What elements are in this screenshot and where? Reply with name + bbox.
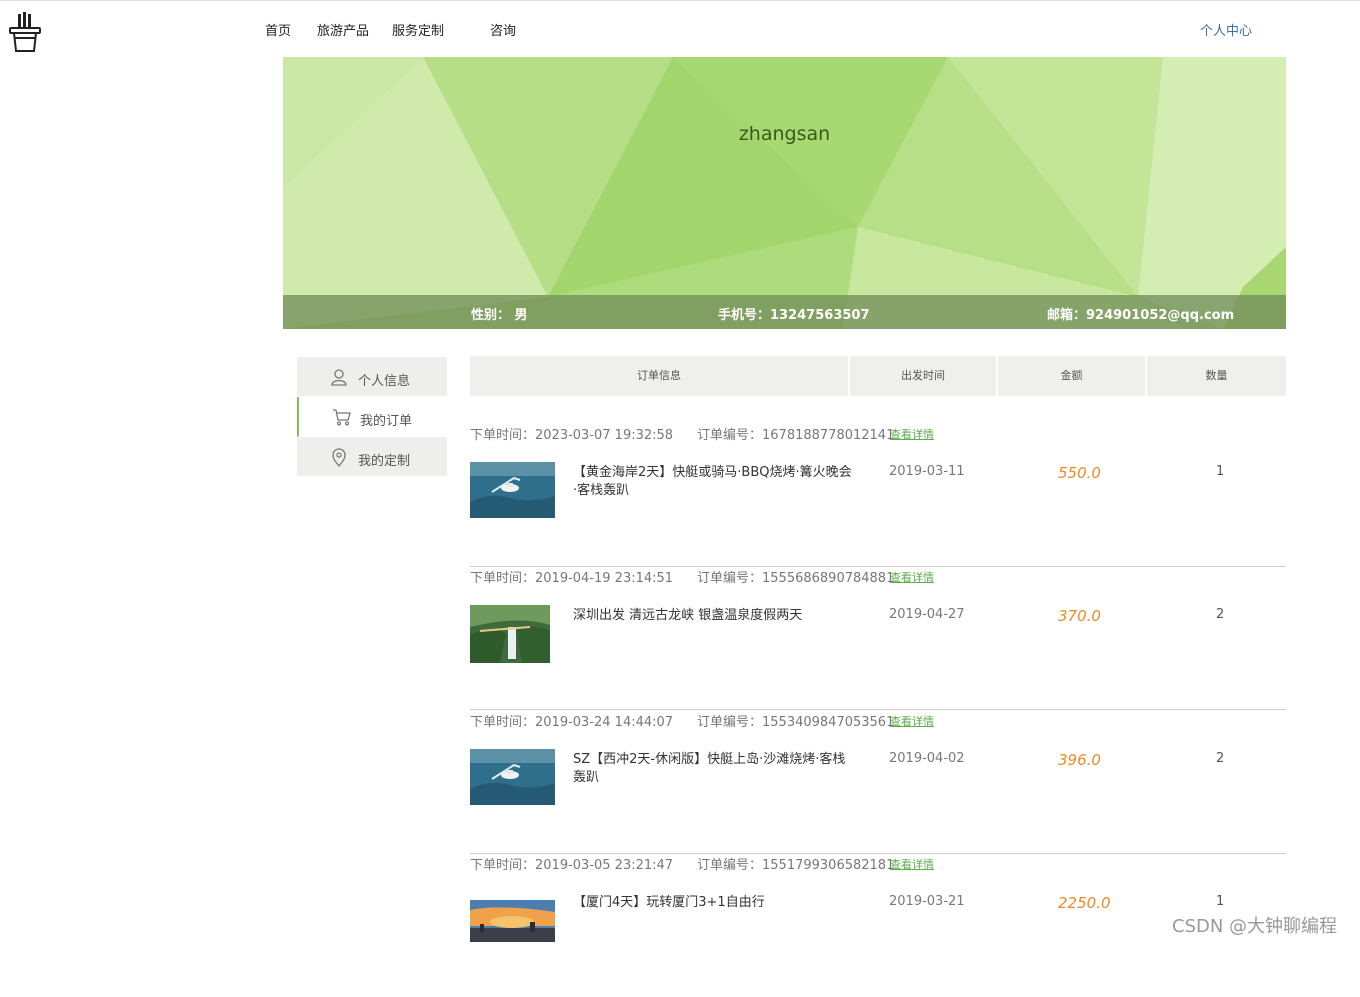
nav-consult[interactable]: 咨询 <box>490 20 516 39</box>
sidebar-item-orders[interactable]: 我的订单 <box>297 397 447 437</box>
depart-date: 2019-04-02 <box>889 751 965 766</box>
sidebar-item-label: 我的定制 <box>358 454 411 469</box>
profile-banner: zhangsan 性别： 男 手机号：13247563507 邮箱：924901… <box>283 57 1286 329</box>
cart-icon <box>333 409 351 426</box>
order-quantity: 1 <box>1216 464 1225 479</box>
col-order-info: 订单信息 <box>470 356 848 396</box>
order-amount: 370.0 <box>1058 607 1101 625</box>
order-meta: 下单时间：2023-03-07 19:32:58 订单编号：1678188778… <box>470 424 934 443</box>
sidebar-item-profile[interactable]: 个人信息 <box>297 357 447 397</box>
phone-text: 手机号：13247563507 <box>718 308 870 323</box>
col-amount: 金额 <box>998 356 1145 396</box>
order-row: 下单时间：2023-03-07 19:32:58 订单编号：1678188778… <box>470 424 1286 567</box>
nav-custom[interactable]: 服务定制 <box>392 20 444 39</box>
order-number: 订单编号：1551799306582181 <box>697 858 895 873</box>
product-name[interactable]: SZ【西冲2天-休闲版】快艇上岛·沙滩烧烤·客栈轰趴 <box>573 751 853 787</box>
email-text: 邮箱：924901052@qq.com <box>1047 308 1235 323</box>
top-nav: 首页 旅游产品 服务定制 咨询 个人中心 <box>0 20 1360 40</box>
product-thumbnail[interactable] <box>470 605 550 663</box>
order-amount: 2250.0 <box>1058 894 1111 912</box>
order-time: 下单时间：2019-03-24 14:44:07 <box>470 715 674 730</box>
depart-date: 2019-03-11 <box>889 464 965 479</box>
col-depart-time: 出发时间 <box>850 356 996 396</box>
banner-background <box>283 57 1286 329</box>
order-amount: 550.0 <box>1058 464 1101 482</box>
product-thumbnail[interactable] <box>470 900 555 942</box>
order-time: 下单时间：2019-04-19 23:14:51 <box>470 571 674 586</box>
nav-home[interactable]: 首页 <box>265 20 291 39</box>
order-row: 下单时间：2019-03-24 14:44:07 订单编号：1553409847… <box>470 711 1286 854</box>
col-quantity: 数量 <box>1147 356 1286 396</box>
order-quantity: 1 <box>1216 894 1225 909</box>
orders-table-header: 订单信息 出发时间 金额 数量 <box>470 356 1286 396</box>
view-details-link[interactable]: 查看详情 <box>890 426 934 442</box>
order-meta: 下单时间：2019-03-24 14:44:07 订单编号：1553409847… <box>470 711 934 730</box>
view-details-link[interactable]: 查看详情 <box>890 856 934 872</box>
sidebar-item-custom[interactable]: 我的定制 <box>297 437 447 477</box>
location-pin-icon <box>332 448 346 468</box>
order-row: 下单时间：2019-03-05 23:21:47 订单编号：1551799306… <box>470 854 1286 997</box>
order-meta: 下单时间：2019-03-05 23:21:47 订单编号：1551799306… <box>470 854 934 873</box>
product-name[interactable]: 【黄金海岸2天】快艇或骑马·BBQ烧烤·篝火晚会·客栈轰趴 <box>573 464 853 500</box>
order-quantity: 2 <box>1216 607 1225 622</box>
sidebar-item-label: 个人信息 <box>358 374 411 389</box>
product-name[interactable]: 【厦门4天】玩转厦门3+1自由行 <box>573 894 853 912</box>
view-details-link[interactable]: 查看详情 <box>890 713 934 729</box>
top-border <box>0 0 1360 1</box>
username: zhangsan <box>738 123 831 145</box>
sidebar-item-label: 我的订单 <box>360 414 413 429</box>
view-details-link[interactable]: 查看详情 <box>890 569 934 585</box>
product-thumbnail[interactable] <box>470 462 555 518</box>
order-time: 下单时间：2019-03-05 23:21:47 <box>470 858 674 873</box>
order-number: 订单编号：1678188778012141 <box>697 428 895 443</box>
order-time: 下单时间：2023-03-07 19:32:58 <box>470 428 674 443</box>
order-row: 下单时间：2019-04-19 23:14:51 订单编号：1555686890… <box>470 567 1286 710</box>
order-amount: 396.0 <box>1058 751 1101 769</box>
product-name[interactable]: 深圳出发 清远古龙峡 银盏温泉度假两天 <box>573 607 853 625</box>
nav-user-center[interactable]: 个人中心 <box>1200 20 1252 39</box>
depart-date: 2019-04-27 <box>889 607 965 622</box>
product-thumbnail[interactable] <box>470 749 555 805</box>
order-meta: 下单时间：2019-04-19 23:14:51 订单编号：1555686890… <box>470 567 934 586</box>
user-icon <box>331 369 347 386</box>
depart-date: 2019-03-21 <box>889 894 965 909</box>
watermark-text: CSDN @大钟聊编程 <box>1172 916 1338 937</box>
order-number: 订单编号：1553409847053561 <box>697 715 895 730</box>
nav-products[interactable]: 旅游产品 <box>317 20 369 39</box>
order-number: 订单编号：1555686890784881 <box>697 571 895 586</box>
order-quantity: 2 <box>1216 751 1225 766</box>
sidebar-menu: 个人信息 我的订单 我的定制 <box>297 357 447 477</box>
profile-info-bar: 性别： 男 手机号：13247563507 邮箱：924901052@qq.co… <box>283 295 1286 329</box>
gender-text: 性别： 男 <box>471 308 528 323</box>
